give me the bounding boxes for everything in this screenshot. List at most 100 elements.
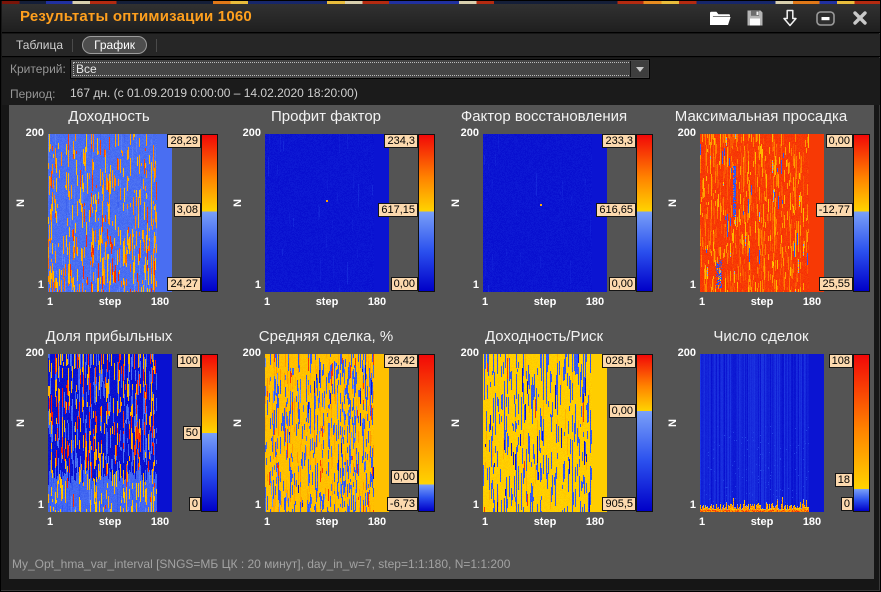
combo-focus-outline <box>71 60 649 78</box>
x-axis-name: step <box>513 296 577 308</box>
colorbar-label: -12,77 <box>816 203 853 217</box>
window-title: Результаты оптимизации 1060 <box>20 8 252 25</box>
colorbar <box>201 134 218 292</box>
colorbar-label: 25,55 <box>819 277 853 291</box>
colorbar-label: 18 <box>835 473 853 487</box>
open-button[interactable] <box>709 8 731 28</box>
panel-title: Фактор восстановления <box>446 108 642 125</box>
colorbar-label: 233,3 <box>602 134 636 148</box>
panel[interactable]: Доходность/Риск200N1028,50,00905,51step1… <box>446 327 654 542</box>
panel[interactable]: Максимальная просадка200N10,00-12,7725,5… <box>663 107 871 322</box>
heatmap-canvas <box>48 134 172 292</box>
criterion-selected-value: Все <box>76 62 97 76</box>
x-axis-min-label: 1 <box>40 516 60 528</box>
x-axis-min-label: 1 <box>692 296 712 308</box>
panel-title: Число сделок <box>663 328 859 345</box>
y-axis-max-label: 200 <box>663 347 696 359</box>
heatmap-canvas <box>48 354 172 512</box>
panel[interactable]: Число сделок200N11081801step180 <box>663 327 871 542</box>
panel[interactable]: Доходность200N128,293,0824,271step180 <box>11 107 219 322</box>
y-axis-name: N <box>232 419 244 427</box>
x-axis-max-label: 180 <box>145 516 175 528</box>
folder-icon <box>709 10 731 27</box>
x-axis-max-label: 180 <box>145 296 175 308</box>
y-axis-max-label: 200 <box>446 347 479 359</box>
y-axis-name: N <box>450 199 462 207</box>
colorbar-label: 0 <box>189 497 201 511</box>
x-axis-min-label: 1 <box>40 296 60 308</box>
x-axis-name: step <box>730 516 794 528</box>
tab-chart[interactable]: График <box>82 36 147 54</box>
colorbar-label: 616,65 <box>596 203 636 217</box>
criterion-select[interactable]: Все <box>70 59 650 79</box>
panel[interactable]: Фактор восстановления 200 N 1 233,3 616,65 0,0… <box>446 107 654 322</box>
y-axis-min-label: 1 <box>228 279 261 291</box>
collapse-window-icon <box>816 11 835 26</box>
heatmap-canvas <box>265 354 389 512</box>
colorbar-label: 234,3 <box>384 134 418 148</box>
panel-title: Доля прибыльных <box>11 328 207 345</box>
x-axis-min-label: 1 <box>692 516 712 528</box>
y-axis-max-label: 200 <box>446 127 479 139</box>
colorbar-label: 50 <box>183 426 201 440</box>
colorbar-label: 0,00 <box>391 470 418 484</box>
panel[interactable]: Профит фактор200N1234,3617,150,001step18… <box>228 107 436 322</box>
colorbar-label: -6,73 <box>387 497 418 511</box>
chart-area: My_Opt_hma_var_interval [SNGS=МБ ЦК : 20… <box>9 105 874 579</box>
save-button[interactable] <box>744 8 766 28</box>
panel[interactable]: Доля прибыльных200N11005001step180 <box>11 327 219 542</box>
x-axis-min-label: 1 <box>257 296 277 308</box>
period-label: Период: <box>10 87 55 101</box>
colorbar-label: 0 <box>841 497 853 511</box>
export-button[interactable] <box>779 8 801 28</box>
colorbar <box>201 354 218 512</box>
tab-table[interactable]: Таблица <box>16 38 63 52</box>
app-window: Результаты оптимизации 1060 <box>0 0 881 592</box>
y-axis-max-label: 200 <box>11 127 44 139</box>
colorbar-label: 028,5 <box>602 354 636 368</box>
close-button[interactable] <box>849 8 871 28</box>
x-axis-max-label: 180 <box>797 296 827 308</box>
colorbar-label: 100 <box>177 354 201 368</box>
y-axis-min-label: 1 <box>11 279 44 291</box>
colorbar <box>636 134 653 292</box>
y-axis-name: N <box>15 199 27 207</box>
panel-title: Средняя сделка, % <box>228 328 424 345</box>
y-axis-name: N <box>667 199 679 207</box>
chevron-down-icon <box>636 67 644 72</box>
window-toolbar <box>709 8 871 28</box>
x-axis-max-label: 180 <box>362 296 392 308</box>
x-axis-name: step <box>295 516 359 528</box>
y-axis-name: N <box>232 199 244 207</box>
y-axis-max-label: 200 <box>663 127 696 139</box>
y-axis-min-label: 1 <box>446 279 479 291</box>
title-bar: Результаты оптимизации 1060 <box>2 4 881 33</box>
period-row: Период: 167 дн. (с 01.09.2019 0:00:00 – … <box>2 83 881 105</box>
x-axis-name: step <box>295 296 359 308</box>
colorbar-label: 617,15 <box>378 203 418 217</box>
x-axis-max-label: 180 <box>797 516 827 528</box>
x-axis-min-label: 1 <box>475 296 495 308</box>
y-axis-min-label: 1 <box>228 499 261 511</box>
tab-separator <box>156 39 157 52</box>
panel[interactable]: Средняя сделка, %200N128,420,00-6,731ste… <box>228 327 436 542</box>
period-value: 167 дн. (с 01.09.2019 0:00:00 – 14.02.20… <box>70 86 358 100</box>
combo-dropdown-button[interactable] <box>630 61 648 77</box>
criterion-label: Критерий: <box>10 62 66 76</box>
y-axis-name: N <box>667 419 679 427</box>
y-axis-name: N <box>15 419 27 427</box>
floppy-disk-icon <box>746 9 764 27</box>
heatmap-canvas <box>483 354 607 512</box>
colorbar-label: 24,27 <box>167 277 201 291</box>
panel-title: Профит фактор <box>228 108 424 125</box>
colorbar-label: 0,00 <box>609 277 636 291</box>
y-axis-min-label: 1 <box>663 279 696 291</box>
x-axis-max-label: 180 <box>362 516 392 528</box>
colorbar <box>853 134 870 292</box>
y-axis-min-label: 1 <box>446 499 479 511</box>
x-axis-max-label: 180 <box>580 516 610 528</box>
colorbar-label: 3,08 <box>174 203 201 217</box>
y-axis-min-label: 1 <box>11 499 44 511</box>
download-arrow-icon <box>782 9 798 27</box>
collapse-button[interactable] <box>814 8 836 28</box>
